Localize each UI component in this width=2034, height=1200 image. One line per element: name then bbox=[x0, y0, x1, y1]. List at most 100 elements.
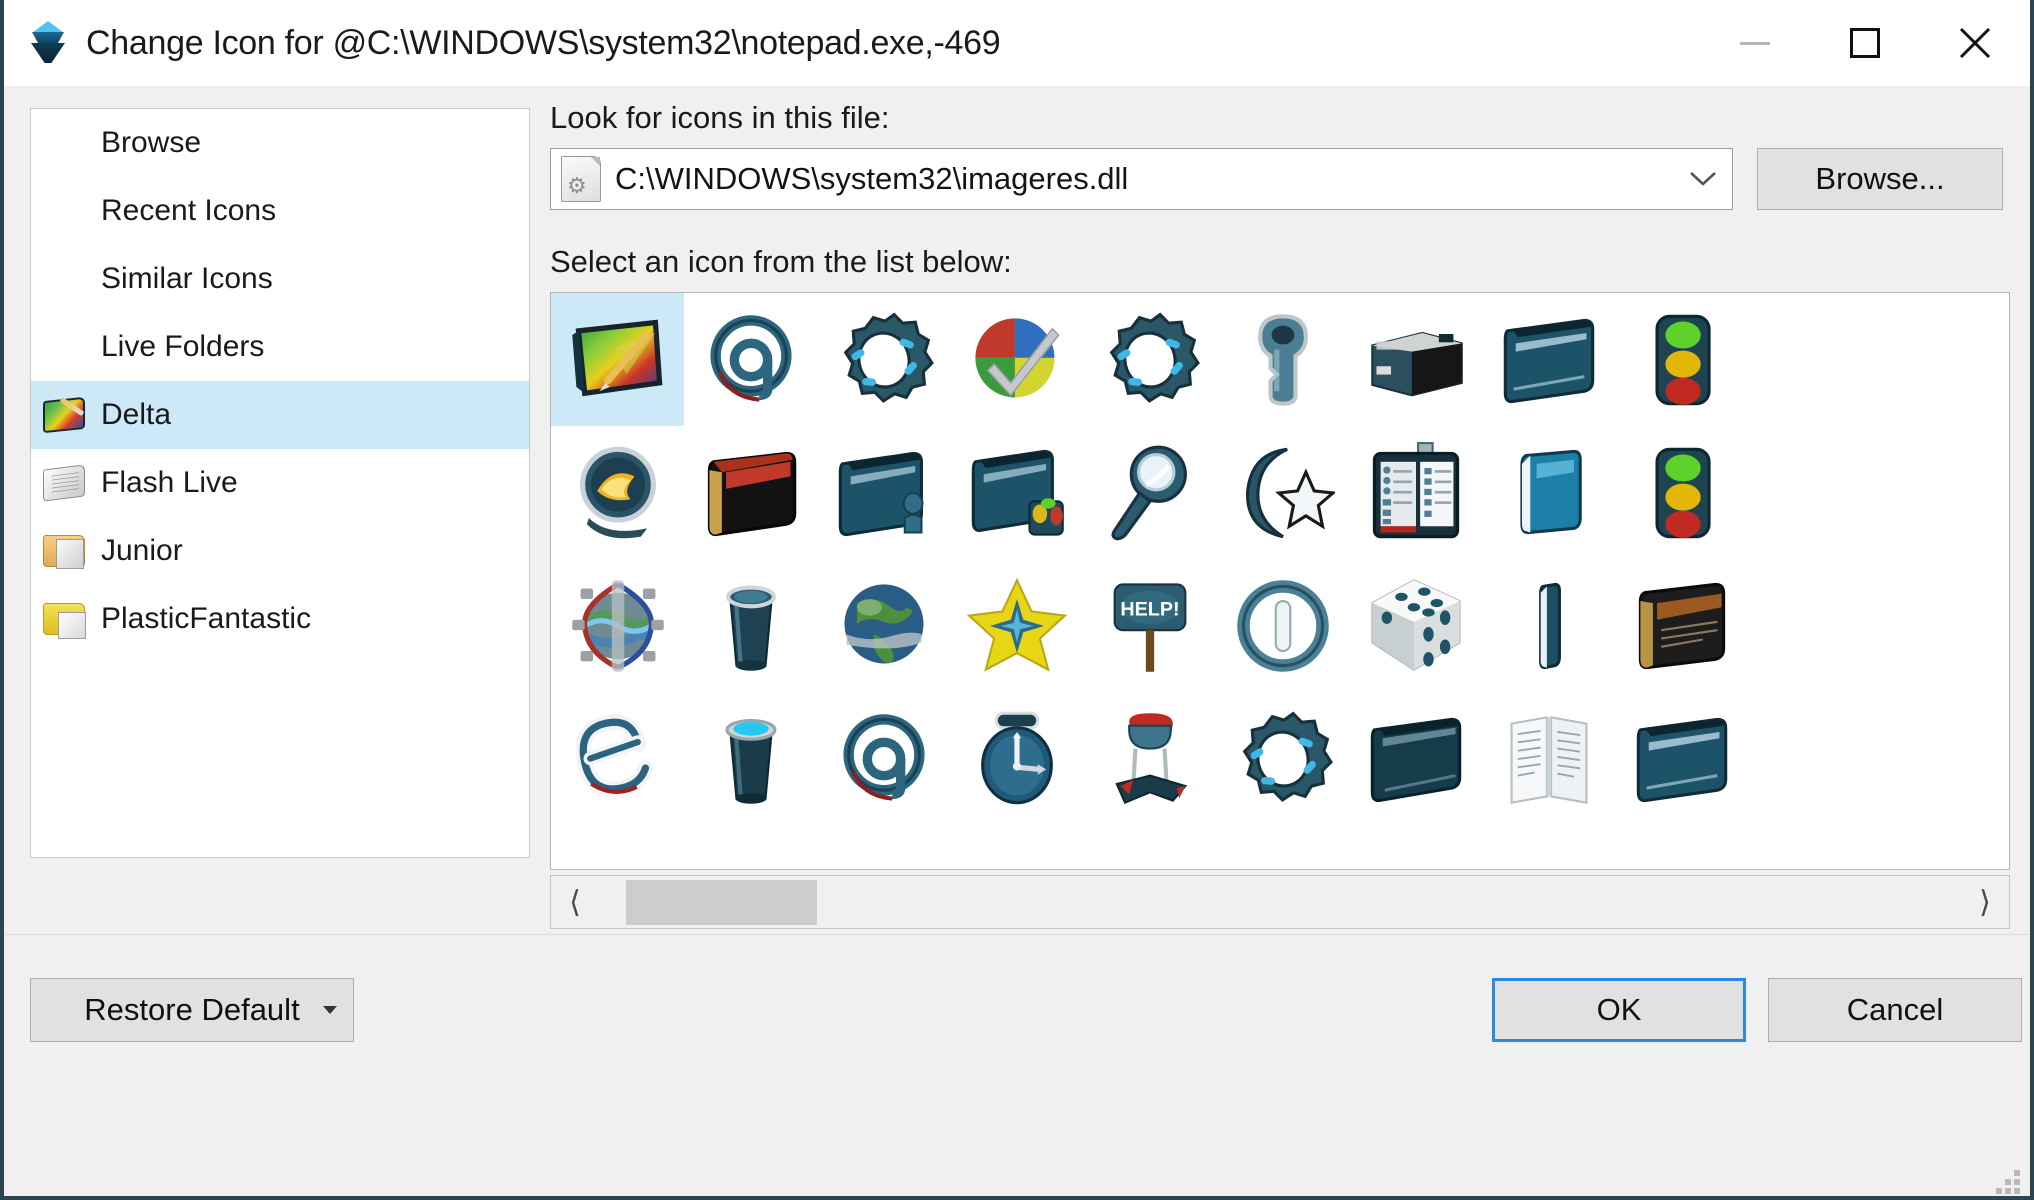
sidebar-item-recent-icons[interactable]: Recent Icons bbox=[31, 177, 529, 245]
sidebar-item-label: Recent Icons bbox=[101, 194, 277, 227]
blue-panel-icon bbox=[1497, 441, 1601, 545]
blue-folder-icon bbox=[1630, 707, 1734, 811]
crystal-ball-icon bbox=[566, 441, 670, 545]
dark-folder-icon bbox=[1364, 707, 1468, 811]
restore-default-button[interactable]: Restore Default bbox=[30, 978, 354, 1042]
window-controls bbox=[1700, 0, 2030, 86]
icon-cell[interactable] bbox=[1615, 559, 1748, 692]
icon-cell[interactable] bbox=[1615, 692, 1748, 825]
chevron-down-icon[interactable] bbox=[1680, 149, 1726, 209]
icon-cell[interactable] bbox=[1349, 559, 1482, 692]
icon-cell[interactable] bbox=[684, 692, 817, 825]
chevron-right-icon[interactable]: ⟩ bbox=[1961, 876, 2009, 928]
icon-cell[interactable] bbox=[551, 692, 684, 825]
paint-editor-icon bbox=[566, 308, 670, 412]
icon-cell[interactable] bbox=[1615, 293, 1748, 426]
icon-cell[interactable] bbox=[1482, 426, 1615, 559]
maximize-button[interactable] bbox=[1810, 0, 1920, 86]
cancel-button[interactable]: Cancel bbox=[1768, 978, 2022, 1042]
icon-grid-container[interactable]: HELP! bbox=[550, 292, 2010, 870]
sidebar-item-delta[interactable]: Delta bbox=[31, 381, 529, 449]
sidebar-item-similar-icons[interactable]: Similar Icons bbox=[31, 245, 529, 313]
magnifier-icon bbox=[1098, 441, 1202, 545]
file-path-combobox[interactable]: ⚙ C:\WINDOWS\system32\imageres.dll bbox=[550, 148, 1733, 210]
printer-icon bbox=[1364, 308, 1468, 412]
gear-icon bbox=[832, 308, 936, 412]
icon-cell[interactable] bbox=[1349, 692, 1482, 825]
yellow-folder-icon bbox=[39, 593, 91, 645]
icon-cell[interactable] bbox=[551, 293, 684, 426]
sidebar-item-live-folders[interactable]: Live Folders bbox=[31, 313, 529, 381]
icon-cell[interactable] bbox=[684, 426, 817, 559]
icon-cell[interactable]: HELP! bbox=[1083, 559, 1216, 692]
icon-cell[interactable] bbox=[950, 559, 1083, 692]
sidebar-item-label: Similar Icons bbox=[101, 262, 273, 295]
title-bar: Change Icon for @C:\WINDOWS\system32\not… bbox=[4, 0, 2030, 86]
recycle-bin-icon bbox=[699, 574, 803, 678]
chair-icon bbox=[1098, 707, 1202, 811]
icon-cell[interactable] bbox=[817, 426, 950, 559]
close-button[interactable] bbox=[1920, 0, 2030, 86]
at-symbol-icon bbox=[699, 308, 803, 412]
icon-cell[interactable] bbox=[1083, 692, 1216, 825]
traffic-light-icon bbox=[1630, 308, 1734, 412]
icon-source-list[interactable]: Browse Recent Icons Similar Icons Live F… bbox=[30, 108, 530, 858]
thin-panel-icon bbox=[1497, 574, 1601, 678]
at-symbol-icon bbox=[832, 707, 936, 811]
icon-cell[interactable] bbox=[1216, 692, 1349, 825]
restore-default-label: Restore Default bbox=[84, 992, 300, 1027]
sidebar-item-junior[interactable]: Junior bbox=[31, 517, 529, 585]
minimize-button[interactable] bbox=[1700, 0, 1810, 86]
sidebar-item-browse[interactable]: Browse bbox=[31, 109, 529, 177]
icon-cell[interactable] bbox=[1482, 692, 1615, 825]
icon-cell[interactable] bbox=[684, 559, 817, 692]
icon-cell[interactable] bbox=[950, 426, 1083, 559]
scrollbar-thumb[interactable] bbox=[626, 880, 817, 925]
chevron-left-icon[interactable]: ⟨ bbox=[551, 876, 599, 928]
moon-star-icon bbox=[1231, 441, 1335, 545]
sidebar-item-label: Flash Live bbox=[101, 466, 238, 499]
icon-cell[interactable] bbox=[1349, 426, 1482, 559]
icon-cell[interactable] bbox=[1482, 293, 1615, 426]
sidebar-item-plasticfantastic[interactable]: PlasticFantastic bbox=[31, 585, 529, 653]
file-path-value: C:\WINDOWS\system32\imageres.dll bbox=[615, 161, 1129, 196]
icon-cell[interactable] bbox=[1216, 559, 1349, 692]
icon-cell[interactable] bbox=[1083, 426, 1216, 559]
icon-cell[interactable] bbox=[1482, 559, 1615, 692]
svg-text:HELP!: HELP! bbox=[1120, 598, 1179, 620]
ok-button[interactable]: OK bbox=[1492, 978, 1746, 1042]
sidebar-item-label: Browse bbox=[101, 126, 202, 159]
clock-icon bbox=[965, 707, 1069, 811]
resize-grip-icon[interactable] bbox=[1996, 1170, 2022, 1196]
power-button-icon bbox=[1231, 574, 1335, 678]
open-book-icon bbox=[1497, 707, 1601, 811]
delta-folder-icon bbox=[39, 389, 91, 441]
icon-grid-horizontal-scrollbar[interactable]: ⟨ ⟩ bbox=[550, 875, 2010, 929]
icon-cell[interactable] bbox=[950, 293, 1083, 426]
icon-cell[interactable] bbox=[817, 293, 950, 426]
sidebar-item-flash-live[interactable]: Flash Live bbox=[31, 449, 529, 517]
scrollbar-track[interactable] bbox=[599, 876, 1961, 928]
dialog-body: Browse Recent Icons Similar Icons Live F… bbox=[4, 86, 2030, 1196]
icon-cell[interactable] bbox=[950, 692, 1083, 825]
icon-cell[interactable] bbox=[1083, 293, 1216, 426]
gear-icon bbox=[1231, 707, 1335, 811]
look-for-icons-label: Look for icons in this file: bbox=[550, 100, 890, 135]
icon-cell[interactable] bbox=[1615, 426, 1748, 559]
icon-cell[interactable] bbox=[684, 293, 817, 426]
dll-file-icon: ⚙ bbox=[561, 156, 601, 202]
icon-cell[interactable] bbox=[817, 559, 950, 692]
icon-cell[interactable] bbox=[1216, 426, 1349, 559]
user-folder-icon bbox=[832, 441, 936, 545]
icon-grid: HELP! bbox=[551, 293, 1748, 825]
icon-cell[interactable] bbox=[551, 559, 684, 692]
icon-cell[interactable] bbox=[817, 692, 950, 825]
sidebar-item-label: Delta bbox=[101, 398, 172, 431]
icon-cell[interactable] bbox=[551, 426, 684, 559]
browse-button[interactable]: Browse... bbox=[1757, 148, 2003, 210]
red-book-folder-icon bbox=[699, 441, 803, 545]
icon-cell[interactable] bbox=[1349, 293, 1482, 426]
caret-down-icon[interactable] bbox=[323, 1006, 337, 1014]
icon-cell[interactable] bbox=[1216, 293, 1349, 426]
footer-divider bbox=[4, 934, 2030, 935]
